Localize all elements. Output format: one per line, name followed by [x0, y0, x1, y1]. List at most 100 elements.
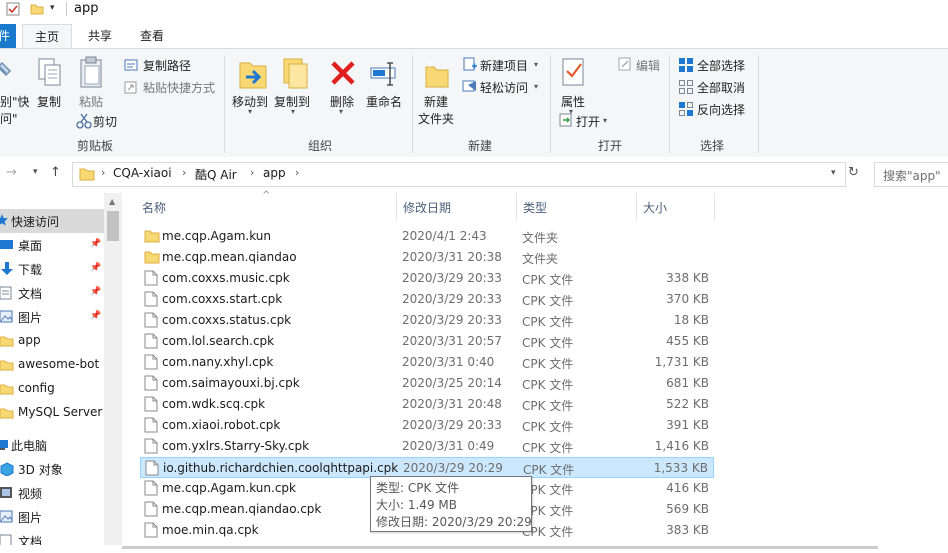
move-to-icon[interactable] — [238, 57, 268, 91]
file-row[interactable]: me.cqp.mean.qiandao 2020/3/31 20:38 文件夹 — [140, 247, 714, 268]
tab-home[interactable]: 主页 — [22, 24, 72, 49]
search-input[interactable]: 搜索"app" — [874, 162, 948, 187]
tab-file[interactable]: 件 — [0, 24, 16, 48]
pin-icon[interactable]: 📌 — [90, 311, 101, 321]
easy-access-icon[interactable] — [462, 79, 478, 93]
paste-icon[interactable] — [79, 55, 105, 89]
column-divider[interactable] — [516, 193, 517, 221]
rename-button[interactable]: 重命名 — [366, 93, 402, 110]
scrollbar-thumb[interactable] — [107, 211, 119, 241]
select-none-icon[interactable] — [678, 79, 694, 95]
new-folder-button[interactable]: 新建 — [424, 93, 448, 110]
column-name[interactable]: 名称 — [142, 199, 166, 216]
customize-quick-access-icon[interactable]: ▾ — [50, 3, 55, 13]
nav-item-awesome-bot[interactable]: awesome-bot — [0, 353, 104, 377]
nav-item-videos[interactable]: 视频 — [0, 481, 104, 505]
up-arrow-icon[interactable]: ↑ — [50, 165, 61, 180]
pin-icon[interactable]: 📌 — [90, 287, 101, 297]
file-row[interactable]: com.wdk.scq.cpk 2020/3/31 20:48 CPK 文件 522 … — [140, 394, 714, 415]
new-folder-icon[interactable] — [424, 59, 450, 89]
address-bar[interactable]: › CQA-xiaoi › 酷Q Air › app › ▾ — [72, 162, 846, 187]
tab-view[interactable]: 查看 — [130, 24, 174, 48]
column-date[interactable]: 修改日期 — [403, 199, 451, 216]
breadcrumb-item[interactable]: app — [263, 166, 286, 180]
move-to-dropdown-icon[interactable]: ▾ — [248, 107, 252, 116]
properties-icon[interactable] — [561, 57, 587, 89]
scroll-up-icon[interactable]: ▲ — [109, 197, 115, 206]
file-row[interactable]: com.xiaoi.robot.cpk 2020/3/29 20:33 CPK 文件… — [140, 415, 714, 436]
breadcrumb-item[interactable]: 酷Q Air — [195, 166, 237, 183]
copy-path-button[interactable]: 复制路径 — [143, 57, 191, 74]
easy-access-button[interactable]: 轻松访问 — [480, 79, 528, 96]
file-row[interactable]: com.nany.xhyl.cpk 2020/3/31 0:40 CPK 文件 1,7… — [140, 352, 714, 373]
column-size[interactable]: 大小 — [643, 199, 667, 216]
cut-button[interactable]: 剪切 — [93, 113, 117, 130]
open-dropdown-icon[interactable]: ▾ — [603, 116, 607, 125]
rename-icon[interactable] — [369, 61, 399, 87]
column-divider[interactable] — [396, 193, 397, 221]
new-item-dropdown-icon[interactable]: ▾ — [534, 60, 538, 69]
nav-item-pc-pictures[interactable]: 图片 — [0, 505, 104, 529]
copy-to-dropdown-icon[interactable]: ▾ — [291, 107, 295, 116]
column-divider[interactable] — [714, 193, 715, 221]
file-row[interactable]: com.coxxs.start.cpk 2020/3/29 20:33 CPK 文件… — [140, 289, 714, 310]
file-row[interactable]: com.yxlrs.Starry-Sky.cpk 2020/3/31 0:49 CP… — [140, 436, 714, 457]
nav-item-pictures[interactable]: 图片 📌 — [0, 305, 104, 329]
recent-locations-icon[interactable]: ▾ — [33, 167, 38, 177]
pin-icon[interactable]: 📌 — [90, 263, 101, 273]
forward-arrow-icon[interactable]: → — [6, 165, 17, 180]
select-none-button[interactable]: 全部取消 — [697, 79, 745, 96]
new-item-icon[interactable] — [462, 57, 478, 71]
copy-icon[interactable] — [37, 57, 63, 89]
nav-item-config[interactable]: config — [0, 377, 104, 401]
breadcrumb-item[interactable]: CQA-xiaoi — [113, 166, 172, 180]
file-row[interactable]: io.github.richardchien.coolqhttpapi.cpk 2… — [140, 457, 714, 478]
nav-item-documents[interactable]: 文档 📌 — [0, 281, 104, 305]
paste-shortcut-button[interactable]: 粘贴快捷方式 — [143, 79, 215, 96]
checkbox-icon[interactable] — [6, 2, 20, 16]
file-row[interactable]: me.cqp.Agam.kun 2020/4/1 2:43 文件夹 — [140, 226, 714, 247]
pin-icon[interactable]: 📌 — [90, 239, 101, 249]
address-dropdown-icon[interactable]: ▾ — [831, 168, 836, 178]
pin-icon[interactable] — [0, 61, 12, 87]
nav-this-pc[interactable]: 此电脑 — [0, 433, 104, 457]
nav-item-mysql-server[interactable]: MySQL Server — [0, 401, 104, 425]
nav-item-3d-objects[interactable]: 3D 对象 — [0, 457, 104, 481]
copy-path-icon[interactable] — [124, 59, 138, 71]
refresh-icon[interactable]: ↻ — [848, 165, 859, 180]
nav-item-desktop[interactable]: 桌面 📌 — [0, 233, 104, 257]
breadcrumb-chevron-icon[interactable]: › — [295, 166, 299, 179]
paste-shortcut-icon[interactable] — [124, 80, 138, 94]
edit-icon[interactable] — [618, 57, 632, 71]
breadcrumb-chevron-icon[interactable]: › — [250, 166, 254, 179]
nav-item-pc-documents[interactable]: 文档 — [0, 529, 104, 553]
select-all-icon[interactable] — [678, 57, 694, 73]
select-all-button[interactable]: 全部选择 — [697, 57, 745, 74]
new-item-button[interactable]: 新建项目 — [480, 57, 528, 74]
breadcrumb-chevron-icon[interactable]: › — [182, 166, 186, 179]
nav-quick-access[interactable]: 快速访问 — [0, 209, 104, 233]
paste-button[interactable]: 粘贴 — [79, 93, 103, 110]
nav-item-app[interactable]: app — [0, 329, 104, 353]
column-type[interactable]: 类型 — [523, 199, 547, 216]
nav-scrollbar[interactable]: ▲ — [104, 193, 122, 549]
open-icon[interactable] — [559, 113, 573, 127]
copy-button[interactable]: 复制 — [37, 93, 61, 110]
open-button[interactable]: 打开 — [576, 113, 600, 130]
column-divider[interactable] — [636, 193, 637, 221]
invert-selection-icon[interactable] — [678, 101, 694, 117]
easy-access-dropdown-icon[interactable]: ▾ — [534, 82, 538, 91]
file-row[interactable]: com.coxxs.music.cpk 2020/3/29 20:33 CPK 文件… — [140, 268, 714, 289]
file-row[interactable]: com.coxxs.status.cpk 2020/3/29 20:33 CPK 文… — [140, 310, 714, 331]
cut-icon[interactable] — [76, 113, 92, 129]
file-row[interactable]: com.lol.search.cpk 2020/3/31 20:57 CPK 文件 4… — [140, 331, 714, 352]
pin-quick-access-label[interactable]: 别"快 — [0, 93, 30, 110]
delete-dropdown-icon[interactable]: ▾ — [339, 107, 343, 116]
breadcrumb-chevron-icon[interactable]: › — [101, 166, 105, 179]
invert-selection-button[interactable]: 反向选择 — [697, 101, 745, 118]
tab-share[interactable]: 共享 — [78, 24, 122, 48]
file-row[interactable]: com.saimayouxi.bj.cpk 2020/3/25 20:14 CPK … — [140, 373, 714, 394]
delete-icon[interactable] — [329, 59, 357, 87]
copy-to-icon[interactable] — [280, 57, 310, 91]
edit-button[interactable]: 编辑 — [636, 57, 660, 74]
